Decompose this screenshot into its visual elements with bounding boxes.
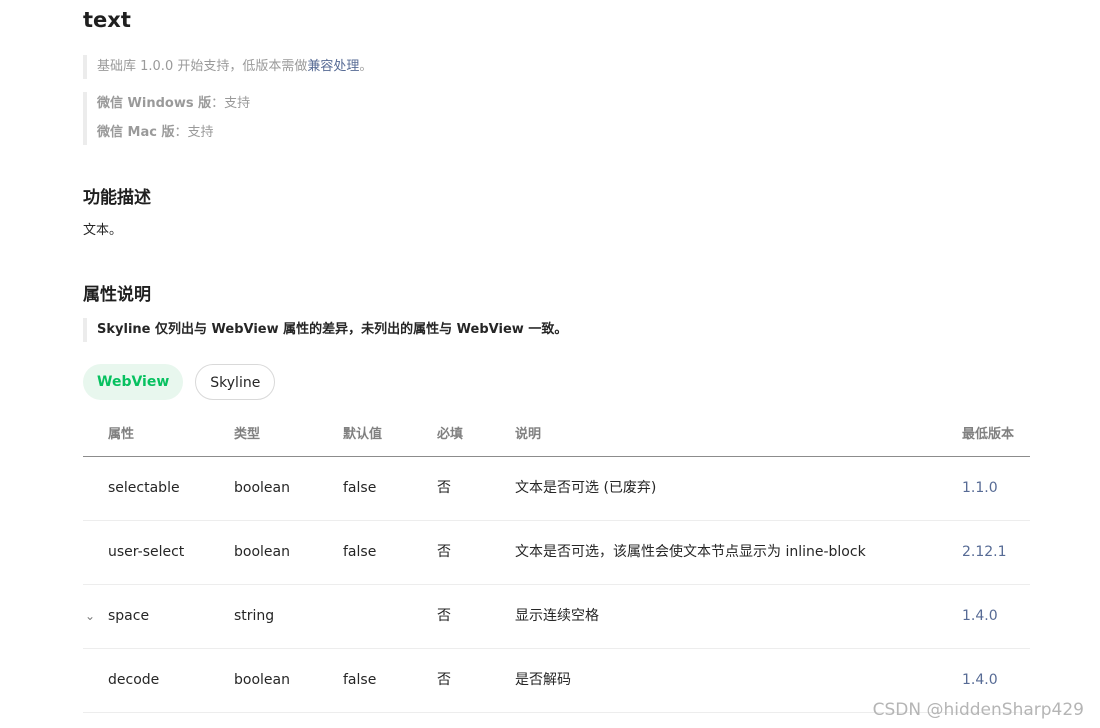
attribute-table: 属性 类型 默认值 必填 说明 最低版本 selectable boolean … — [83, 414, 1030, 713]
page-title: text — [83, 8, 131, 32]
table-header: 属性 类型 默认值 必填 说明 最低版本 — [83, 414, 1030, 457]
support-note: 基础库 1.0.0 开始支持，低版本需做兼容处理。 — [83, 55, 372, 79]
render-tabs: WebView Skyline — [83, 364, 276, 400]
cell-type: string — [234, 608, 275, 624]
tab-webview[interactable]: WebView — [83, 364, 184, 400]
table-row: selectable boolean false 否 文本是否可选 (已废弃) … — [83, 457, 1030, 521]
cell-desc: 文本是否可选，该属性会使文本节点显示为 inline-block — [515, 544, 866, 560]
cell-desc: 显示连续空格 — [515, 608, 599, 624]
cell-attr: selectable — [108, 480, 180, 496]
cell-attr: decode — [108, 672, 160, 688]
platform-support: 支持 — [224, 96, 251, 111]
support-note-suffix: 。 — [359, 59, 373, 74]
cell-type: boolean — [234, 480, 290, 496]
header-attr: 属性 — [108, 427, 135, 442]
chevron-down-icon[interactable]: ⌄ — [85, 585, 95, 648]
platform-notes: 微信 Windows 版：支持 微信 Mac 版：支持 — [83, 92, 250, 145]
platform-sep: ： — [211, 96, 225, 111]
platform-support: 支持 — [187, 125, 214, 140]
platform-name: 微信 Mac 版 — [97, 125, 175, 140]
platform-sep: ： — [174, 125, 188, 140]
table-row: ⌄ space string 否 显示连续空格 1.4.0 — [83, 585, 1030, 649]
cell-attr: space — [108, 608, 150, 624]
header-required: 必填 — [437, 427, 464, 442]
platform-note-windows: 微信 Windows 版：支持 — [97, 92, 250, 121]
cell-desc: 是否解码 — [515, 672, 571, 688]
cell-desc: 文本是否可选 (已废弃) — [515, 480, 657, 496]
cell-version: 2.12.1 — [962, 544, 1007, 560]
cell-type: boolean — [234, 544, 290, 560]
cell-attr: user-select — [108, 544, 185, 560]
cell-required: 否 — [437, 480, 451, 496]
feature-heading: 功能描述 — [83, 188, 151, 208]
watermark: CSDN @hiddenSharp429 — [872, 700, 1084, 720]
header-type: 类型 — [234, 427, 261, 442]
cell-default: false — [343, 544, 377, 560]
feature-description: 文本。 — [83, 223, 123, 238]
cell-required: 否 — [437, 672, 451, 688]
support-note-prefix: 基础库 1.0.0 开始支持，低版本需做 — [97, 59, 308, 74]
header-desc: 说明 — [515, 427, 542, 442]
skyline-diff-note: Skyline 仅列出与 WebView 属性的差异，未列出的属性与 WebVi… — [83, 318, 567, 342]
tab-skyline[interactable]: Skyline — [195, 364, 276, 400]
cell-required: 否 — [437, 544, 451, 560]
compat-link[interactable]: 兼容处理 — [307, 59, 359, 74]
cell-required: 否 — [437, 608, 451, 624]
cell-version: 1.4.0 — [962, 608, 998, 624]
cell-type: boolean — [234, 672, 290, 688]
platform-name: 微信 Windows 版 — [97, 96, 212, 111]
cell-default: false — [343, 480, 377, 496]
table-row: user-select boolean false 否 文本是否可选，该属性会使… — [83, 521, 1030, 585]
platform-note-mac: 微信 Mac 版：支持 — [97, 121, 250, 150]
cell-default: false — [343, 672, 377, 688]
attr-heading: 属性说明 — [83, 285, 151, 305]
cell-version: 1.1.0 — [962, 480, 998, 496]
header-version: 最低版本 — [962, 427, 1015, 442]
header-default: 默认值 — [343, 427, 383, 442]
